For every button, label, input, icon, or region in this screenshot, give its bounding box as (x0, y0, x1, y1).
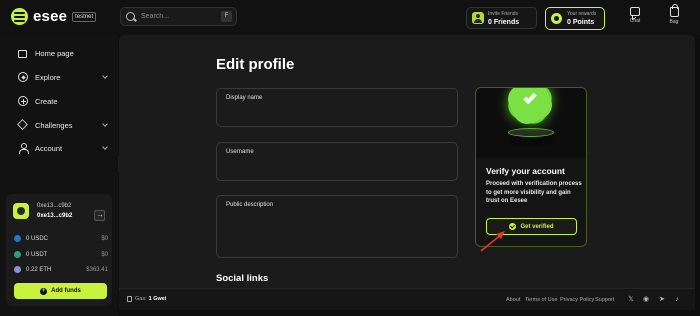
search-icon (126, 12, 135, 21)
telegram-icon[interactable]: ➤ (658, 296, 666, 303)
friends-icon (472, 12, 484, 24)
logout-icon[interactable] (94, 210, 105, 221)
verify-title: Verify your account (486, 166, 565, 176)
token-row-eth: 0.22 ETH $363.41 (14, 266, 108, 273)
display-name-label: Display name (226, 95, 263, 101)
verify-account-card: Verify your account Proceed with verific… (475, 87, 587, 247)
token-row-usdt: 0 USDT $0 (14, 251, 108, 258)
user-icon (18, 143, 29, 154)
wallet-address[interactable]: 0xe13...c9b2 (37, 203, 71, 209)
sidebar-item-label: Account (35, 143, 63, 153)
footer-link-support[interactable]: Support (595, 297, 614, 303)
wallet-address-bold[interactable]: 0xe13...c9b2 (37, 213, 72, 219)
social-links-heading: Social links (216, 273, 269, 284)
chevron-down-icon (102, 121, 108, 127)
tiktok-icon[interactable]: ♪ (673, 296, 681, 303)
sidebar-item-label: Create (35, 96, 58, 106)
sidebar-item-account[interactable]: Account (18, 143, 110, 154)
annotation-arrow (480, 231, 505, 252)
rewards-points: 0 Points (567, 19, 595, 26)
network-badge: testnet (72, 11, 97, 22)
pedestal-top-shape (508, 128, 554, 137)
footer-link-privacy[interactable]: Privacy Policy (560, 297, 594, 303)
chat-button[interactable]: Chat (624, 7, 646, 24)
usdc-icon (14, 235, 21, 242)
bag-label: Bag (669, 19, 679, 25)
rewards-label: Your rewards (567, 11, 597, 17)
search-box[interactable]: F (120, 7, 237, 26)
gas-label: Gas: (135, 296, 147, 302)
eth-icon (14, 266, 21, 273)
token-value: $0 (101, 235, 108, 242)
chat-icon (630, 7, 640, 16)
username-label: Username (226, 149, 254, 155)
rewards-icon (551, 13, 562, 24)
token-amount: 0.22 ETH (26, 266, 52, 273)
bag-icon (669, 4, 679, 17)
usdt-icon (14, 251, 21, 258)
chevron-down-icon (102, 73, 108, 79)
cube-icon (17, 119, 28, 130)
add-funds-button[interactable]: + Add funds (14, 283, 107, 299)
sidebar-item-label: Challenges (35, 120, 73, 130)
invite-label: Invite Friends (488, 11, 519, 17)
chat-label: Chat (629, 18, 641, 24)
gas-indicator: Gas: 1 Gwei (127, 296, 166, 302)
add-funds-label: Add funds (51, 288, 81, 294)
chevron-down-icon (102, 144, 108, 150)
logo-text: esee (33, 8, 68, 25)
twitter-icon[interactable]: 𝕏 (627, 296, 635, 303)
logo-icon (11, 8, 28, 25)
verify-description: Proceed with verification process to get… (486, 181, 582, 204)
search-input[interactable] (141, 13, 211, 20)
username-field[interactable]: Username (216, 142, 458, 181)
token-value: $0 (101, 251, 108, 258)
footer-link-about[interactable]: About (506, 297, 520, 303)
token-amount: 0 USDT (26, 251, 48, 258)
plus-icon: + (40, 287, 48, 295)
verified-check-icon (509, 223, 517, 230)
plus-circle-icon (18, 96, 28, 106)
invite-friends-button[interactable]: Invite Friends 0 Friends (466, 7, 537, 29)
main-content: Edit profile Display name Username Publi… (119, 35, 695, 288)
footer-link-terms[interactable]: Terms of Use (525, 297, 557, 303)
sidebar-item-label: Explore (35, 72, 61, 82)
discord-icon[interactable]: ◉ (642, 296, 650, 303)
wallet-panel: 0xe13...c9b2 0xe13...c9b2 0 USDC $0 0 US… (6, 194, 112, 306)
wallet-avatar (13, 203, 29, 219)
get-verified-label: Get verified (520, 223, 554, 230)
home-icon (18, 50, 27, 58)
gas-value: 1 Gwei (148, 296, 167, 302)
token-row-usdc: 0 USDC $0 (14, 235, 108, 242)
footer: Gas: 1 Gwei About Terms of Use Privacy P… (119, 288, 695, 310)
public-description-field[interactable]: Public description (216, 195, 458, 258)
token-value: $363.41 (86, 266, 108, 273)
public-description-label: Public description (226, 202, 274, 208)
gas-pump-icon (127, 296, 132, 302)
sidebar-item-explore[interactable]: Explore (18, 72, 110, 82)
logo[interactable]: esee testnet (11, 8, 97, 25)
friends-count: 0 Friends (488, 19, 520, 26)
display-name-field[interactable]: Display name (216, 88, 458, 127)
rewards-button[interactable]: Your rewards 0 Points (545, 7, 605, 30)
sidebar-item-label: Home page (35, 48, 74, 58)
top-bar: esee testnet F Invite Friends 0 Friends … (0, 0, 700, 35)
token-amount: 0 USDC (26, 235, 49, 242)
sidebar-item-create[interactable]: Create (18, 96, 110, 106)
page-title: Edit profile (216, 56, 295, 73)
bag-button[interactable]: Bag (663, 4, 685, 25)
search-shortcut-key: F (221, 11, 232, 22)
compass-icon (18, 72, 28, 82)
sidebar-item-challenges[interactable]: Challenges (17, 119, 110, 130)
verification-illustration (476, 88, 586, 158)
sidebar: Home page Explore Create Challenges Acco… (0, 35, 118, 316)
sidebar-item-home[interactable]: Home page (18, 48, 110, 58)
